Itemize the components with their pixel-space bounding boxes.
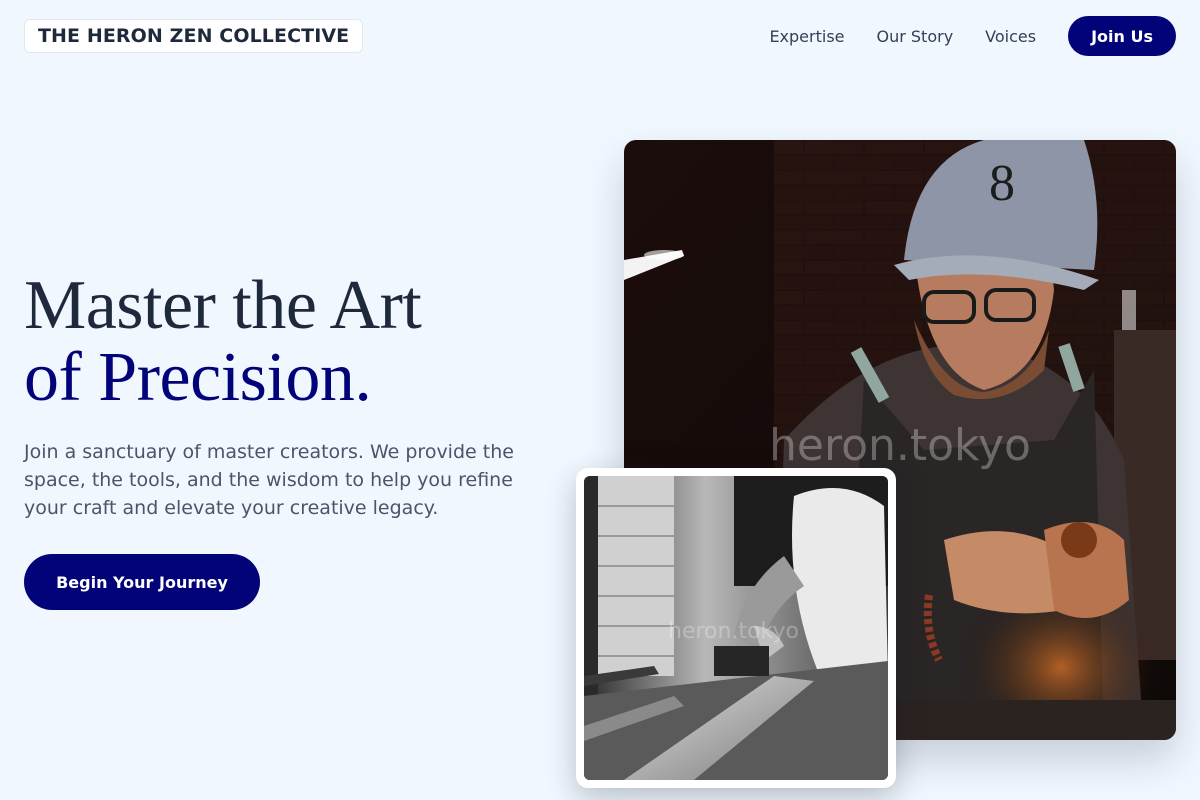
hero-inset-photo-frame: heron.tokyo (576, 468, 896, 788)
nav-link-expertise[interactable]: Expertise (769, 27, 844, 46)
svg-text:8: 8 (989, 155, 1015, 212)
hero-title-line-2: of Precision. (24, 339, 372, 416)
logo[interactable]: THE HERON ZEN COLLECTIVE (24, 19, 364, 53)
nav-link-our-story[interactable]: Our Story (877, 27, 954, 46)
main-photo-watermark: heron.tokyo (769, 420, 1031, 471)
hero-title-line-1: Master the Art (24, 267, 422, 344)
hero-inset-photo: heron.tokyo (584, 476, 888, 780)
main-nav: Expertise Our Story Voices Join Us (769, 16, 1176, 56)
inset-photo-watermark: heron.tokyo (668, 619, 799, 644)
nav-link-voices[interactable]: Voices (985, 27, 1036, 46)
hero-title: Master the Art of Precision. (24, 267, 422, 416)
woodworker-bw-image: heron.tokyo (584, 476, 888, 780)
landing-page: THE HERON ZEN COLLECTIVE Expertise Our S… (0, 0, 1200, 800)
join-us-button[interactable]: Join Us (1068, 16, 1176, 56)
hero-description: Join a sanctuary of master creators. We … (24, 441, 514, 519)
begin-journey-button[interactable]: Begin Your Journey (24, 554, 260, 610)
